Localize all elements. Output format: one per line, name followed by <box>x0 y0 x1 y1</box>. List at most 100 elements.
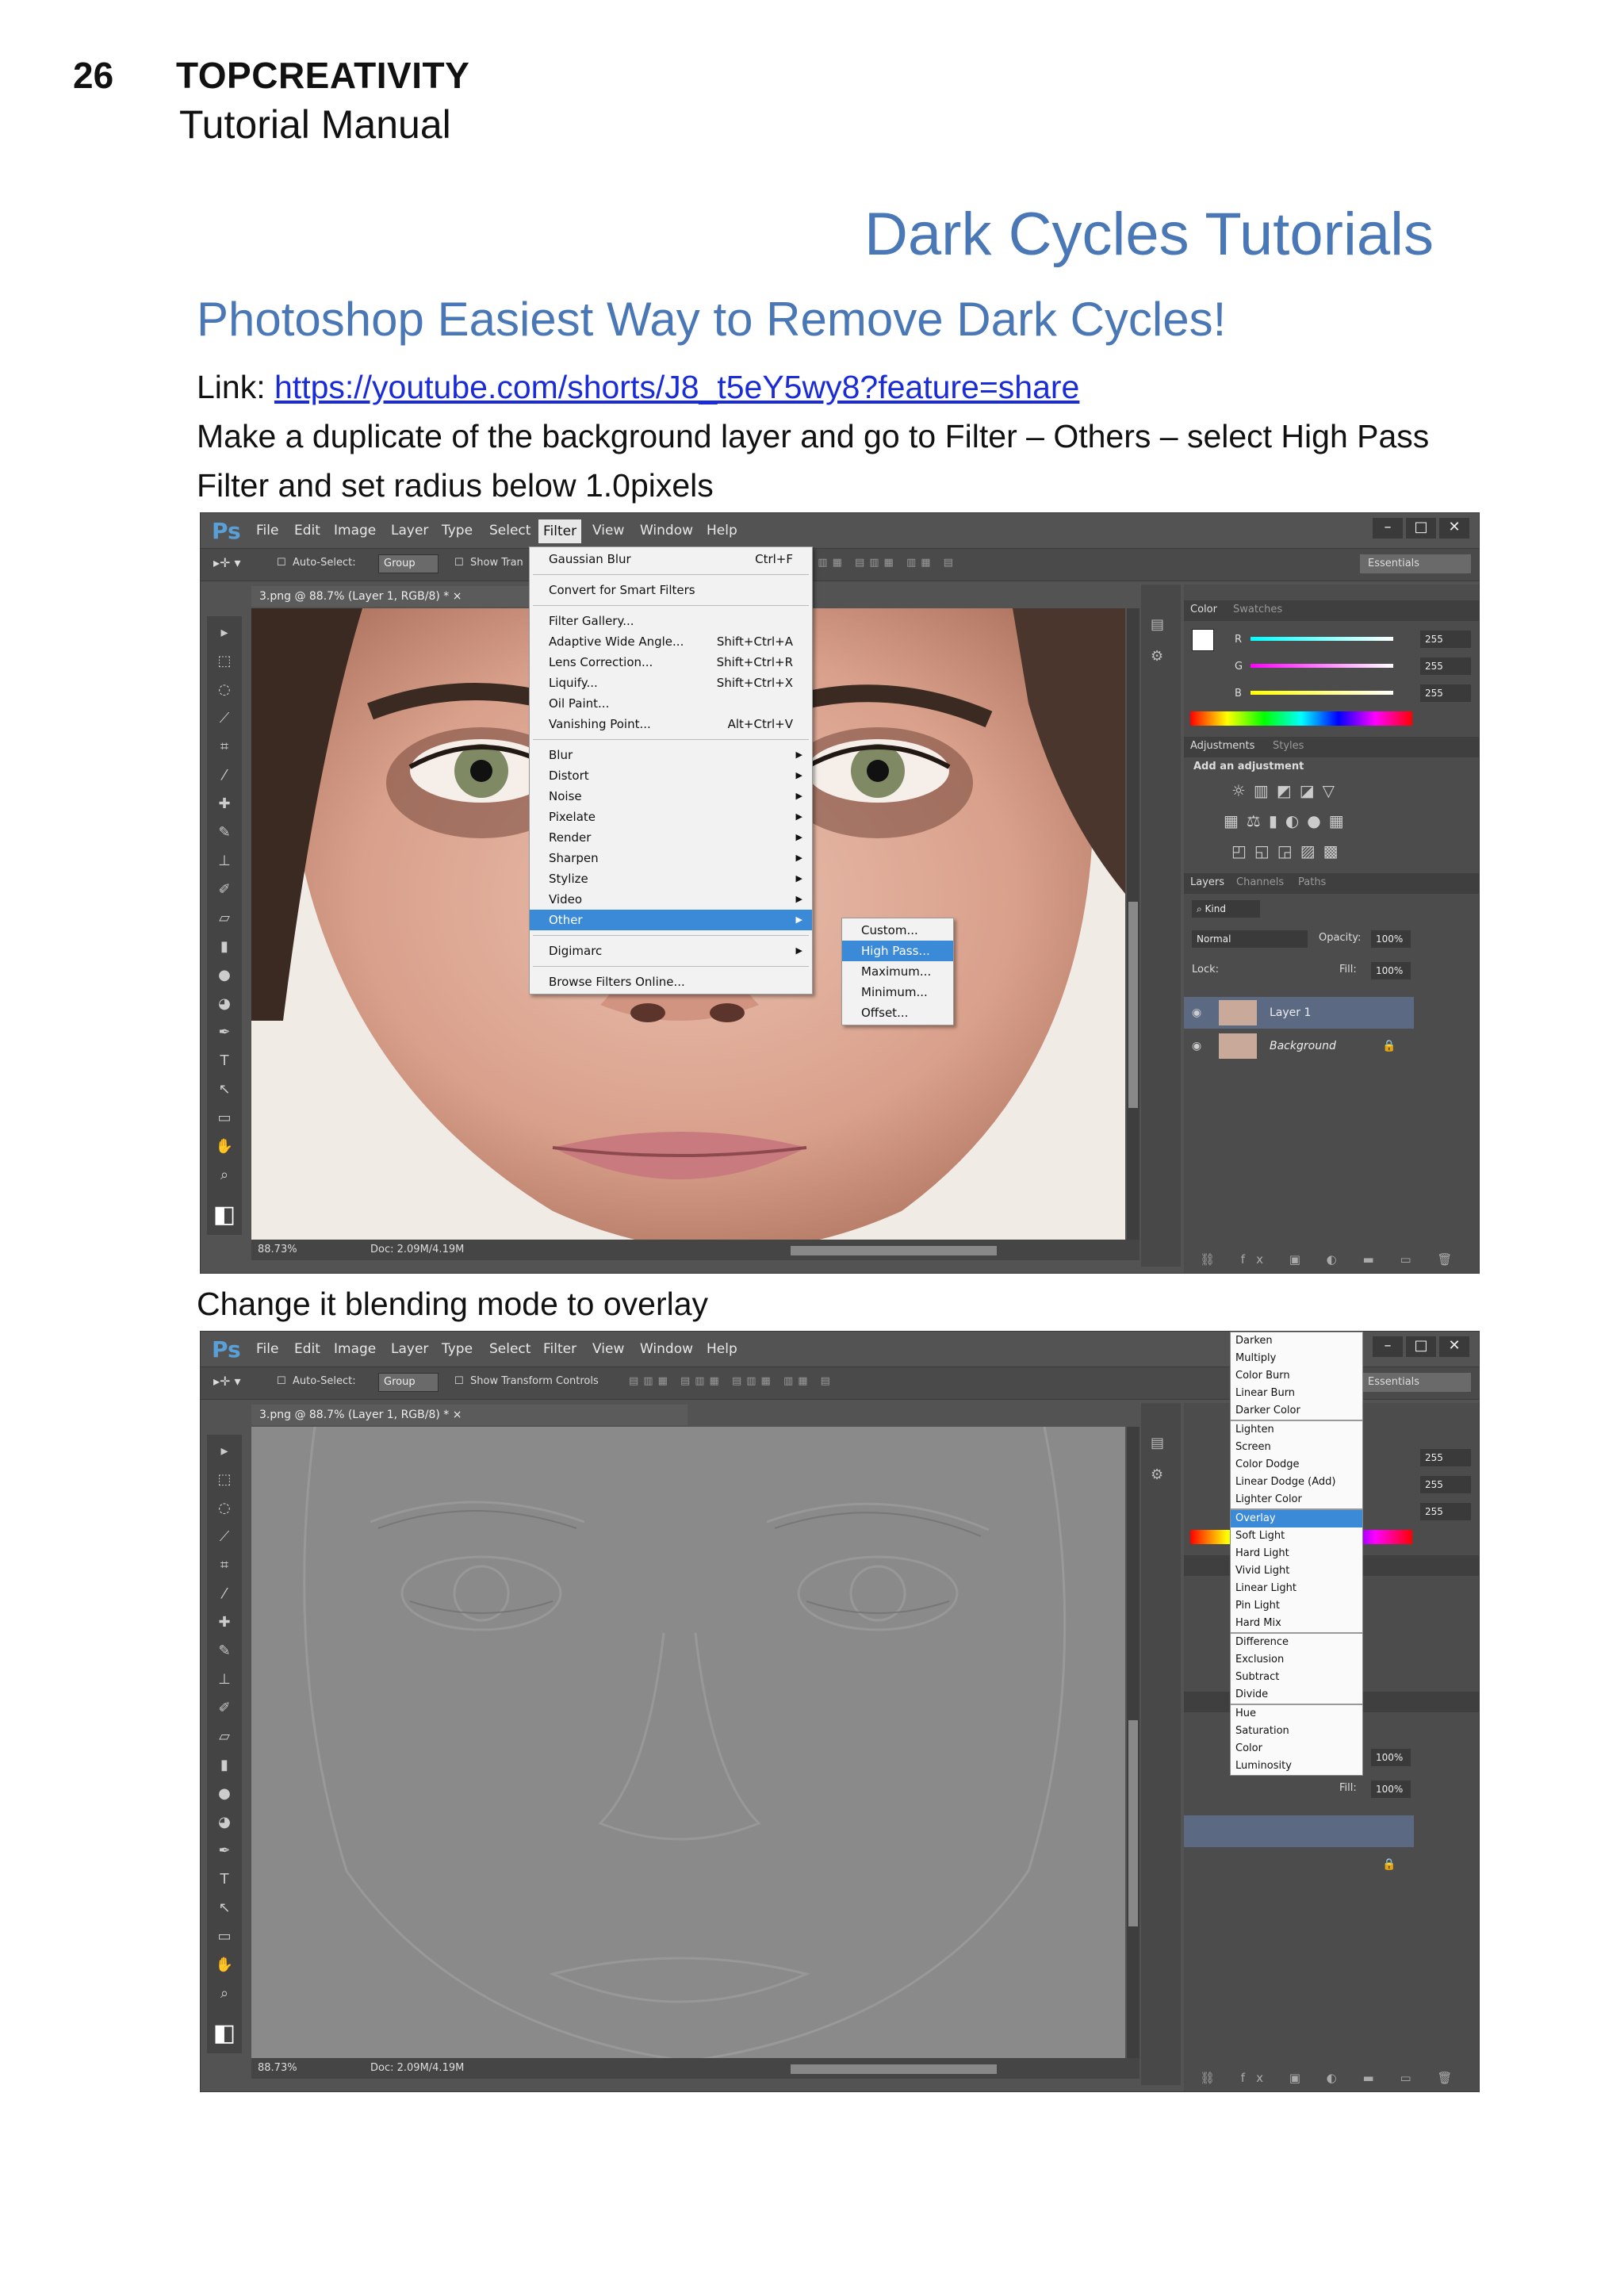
menu-type[interactable]: Type <box>442 1341 473 1357</box>
crop-tool-icon[interactable]: ⌗ <box>207 1554 242 1577</box>
healing-tool-icon[interactable]: ✚ <box>207 792 242 816</box>
history-brush-icon[interactable]: ✐ <box>207 878 242 902</box>
tab-close-icon[interactable]: × <box>453 590 462 603</box>
menu-file[interactable]: File <box>256 1341 278 1357</box>
zoom-readout[interactable]: 88.73% <box>258 2062 297 2074</box>
blend-mode-option-overlay[interactable]: Overlay <box>1231 1510 1362 1527</box>
menu-select[interactable]: Select <box>489 1341 530 1357</box>
dodge-tool-icon[interactable]: ◕ <box>207 992 242 1016</box>
tab-layers[interactable]: Layers <box>1190 873 1224 892</box>
properties-panel-icon[interactable]: ⚙ <box>1151 648 1163 665</box>
menu-file[interactable]: File <box>256 523 278 539</box>
color-swatches-icon[interactable]: ◧ <box>207 1203 242 1227</box>
horizontal-scrollbar[interactable] <box>791 2064 997 2074</box>
gradient-tool-icon[interactable]: ▮ <box>207 935 242 959</box>
blur-tool-icon[interactable]: ● <box>207 1782 242 1806</box>
auto-select-checkbox[interactable]: ☐ <box>277 557 286 569</box>
menu-image[interactable]: Image <box>334 523 376 539</box>
filter-menu-item-adaptive-wide-angle[interactable]: Adaptive Wide Angle... Shift+Ctrl+A <box>530 631 812 652</box>
show-transform-checkbox[interactable]: ☐ <box>454 557 464 569</box>
eraser-tool-icon[interactable]: ▱ <box>207 1725 242 1749</box>
blend-mode-option-exclusion[interactable]: Exclusion <box>1231 1651 1362 1669</box>
youtube-link[interactable]: https://youtube.com/shorts/J8_t5eY5wy8?f… <box>274 369 1079 405</box>
opacity-field[interactable]: 100% <box>1371 930 1411 948</box>
tab-swatches[interactable]: Swatches <box>1233 600 1282 619</box>
blend-mode-option-color-burn[interactable]: Color Burn <box>1231 1367 1362 1385</box>
maximize-button[interactable]: □ <box>1406 1336 1436 1357</box>
filter-menu-item-lens-correction[interactable]: Lens Correction... Shift+Ctrl+R <box>530 652 812 673</box>
move-tool-icon[interactable]: ▸ <box>207 621 242 645</box>
dodge-tool-icon[interactable]: ◕ <box>207 1811 242 1834</box>
blue-value[interactable]: 255 <box>1420 684 1471 702</box>
menu-window[interactable]: Window <box>640 1341 693 1357</box>
path-select-icon[interactable]: ↖ <box>207 1078 242 1102</box>
blue-slider[interactable] <box>1251 691 1393 695</box>
align-icons[interactable]: ▤▥▦ ▤▥▦ ▥▦ ▤ <box>803 557 958 569</box>
color-spectrum[interactable] <box>1190 711 1412 726</box>
foreground-color-swatch[interactable] <box>1192 629 1214 651</box>
other-submenu-item-high-pass[interactable]: High Pass... <box>842 941 953 961</box>
blend-mode-option-hard-light[interactable]: Hard Light <box>1231 1545 1362 1562</box>
blend-mode-option-vivid-light[interactable]: Vivid Light <box>1231 1562 1362 1580</box>
move-tool-icon[interactable]: ▸ <box>207 1439 242 1463</box>
group-select[interactable]: Group <box>378 554 439 573</box>
green-value[interactable]: 255 <box>1420 1476 1471 1493</box>
stamp-tool-icon[interactable]: ⊥ <box>207 1668 242 1692</box>
blend-mode-option-color[interactable]: Color <box>1231 1740 1362 1757</box>
hand-tool-icon[interactable]: ✋ <box>207 1953 242 1977</box>
filter-menu-item-digimarc[interactable]: Digimarc ▶ <box>530 941 812 961</box>
align-icons[interactable]: ▤▥▦ ▤▥▦ ▤▥▦ ▥▦ ▤ <box>629 1375 835 1387</box>
horizontal-scrollbar[interactable] <box>791 1246 997 1255</box>
menu-layer[interactable]: Layer <box>391 523 428 539</box>
marquee-tool-icon[interactable]: ⬚ <box>207 650 242 673</box>
move-tool-icon[interactable]: ▸✛ ▾ <box>213 1374 241 1389</box>
filter-menu-item-noise[interactable]: Noise ▶ <box>530 786 812 807</box>
eraser-tool-icon[interactable]: ▱ <box>207 907 242 930</box>
history-panel-icon[interactable]: ▤ <box>1151 616 1164 633</box>
other-submenu-item-custom[interactable]: Custom... <box>842 920 953 941</box>
move-tool-icon[interactable]: ▸✛ ▾ <box>213 555 241 570</box>
group-select[interactable]: Group <box>378 1373 439 1392</box>
document-tab[interactable]: 3.png @ 88.7% (Layer 1, RGB/8) * × <box>251 1405 688 1425</box>
tab-channels[interactable]: Channels <box>1236 873 1284 892</box>
menu-view[interactable]: View <box>592 523 624 539</box>
filter-menu-item-pixelate[interactable]: Pixelate ▶ <box>530 807 812 827</box>
blend-mode-option-lighten[interactable]: Lighten <box>1231 1421 1362 1439</box>
canvas-vertical-scrollbar[interactable] <box>1127 608 1139 1240</box>
blur-tool-icon[interactable]: ● <box>207 964 242 987</box>
visibility-eye-icon[interactable]: ◉ <box>1192 1030 1201 1062</box>
workspace-essentials[interactable]: Essentials <box>1360 554 1471 573</box>
filter-menu-item-filter-gallery[interactable]: Filter Gallery... <box>530 611 812 631</box>
blend-mode-option-multiply[interactable]: Multiply <box>1231 1350 1362 1367</box>
tab-adjustments[interactable]: Adjustments <box>1190 737 1254 756</box>
marquee-tool-icon[interactable]: ⬚ <box>207 1468 242 1492</box>
menu-edit[interactable]: Edit <box>294 523 320 539</box>
close-button[interactable]: ✕ <box>1439 1336 1469 1357</box>
close-button[interactable]: ✕ <box>1439 518 1469 539</box>
brush-tool-icon[interactable]: ✎ <box>207 1639 242 1663</box>
menu-select[interactable]: Select <box>489 523 530 539</box>
tab-color[interactable]: Color <box>1190 600 1217 619</box>
red-value[interactable]: 255 <box>1420 1449 1471 1466</box>
blend-mode-option-saturation[interactable]: Saturation <box>1231 1723 1362 1740</box>
canvas-highpass[interactable] <box>251 1426 1125 2063</box>
shape-tool-icon[interactable]: ▭ <box>207 1106 242 1130</box>
quick-select-tool-icon[interactable]: ⟋ <box>207 707 242 730</box>
filter-menu-item-stylize[interactable]: Stylize ▶ <box>530 868 812 889</box>
red-value[interactable]: 255 <box>1420 631 1471 648</box>
adjustment-icons-row1[interactable]: ☼▥◩◪▽ <box>1231 781 1342 800</box>
opacity-field[interactable]: 100% <box>1371 1749 1411 1766</box>
menu-type[interactable]: Type <box>442 523 473 539</box>
blend-mode-option-hue[interactable]: Hue <box>1231 1705 1362 1723</box>
blend-mode-option-linear-light[interactable]: Linear Light <box>1231 1580 1362 1597</box>
zoom-readout[interactable]: 88.73% <box>258 1244 297 1255</box>
blend-mode-option-darker-color[interactable]: Darker Color <box>1231 1402 1362 1420</box>
fill-field[interactable]: 100% <box>1371 1780 1411 1798</box>
lasso-tool-icon[interactable]: ◌ <box>207 1497 242 1520</box>
layers-footer-icons[interactable]: ⛓ fx ▣ ◐ ▬ ▭ 🗑 <box>1184 2071 1479 2087</box>
canvas-vertical-scrollbar[interactable] <box>1127 1427 1139 2058</box>
history-panel-icon[interactable]: ▤ <box>1151 1435 1164 1451</box>
blend-mode-option-difference[interactable]: Difference <box>1231 1634 1362 1651</box>
crop-tool-icon[interactable]: ⌗ <box>207 735 242 759</box>
pen-tool-icon[interactable]: ✒ <box>207 1839 242 1863</box>
